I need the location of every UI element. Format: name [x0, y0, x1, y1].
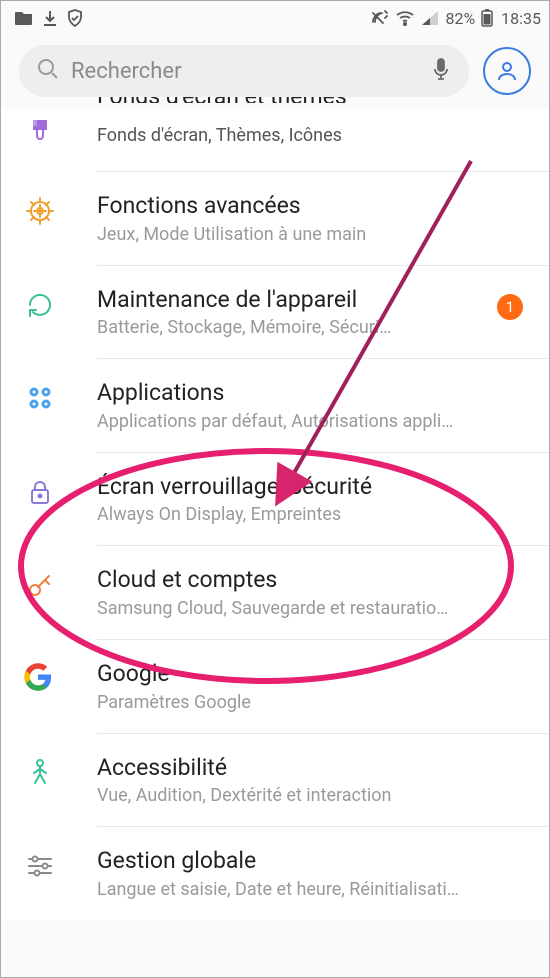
settings-item-advanced[interactable]: Fonctions avancées Jeux, Mode Utilisation…: [1, 172, 549, 265]
folder-icon: [15, 10, 33, 26]
brush-icon: [23, 115, 97, 151]
mic-icon[interactable]: [431, 57, 451, 85]
settings-item-a11y[interactable]: Accessibilité Vue, Audition, Dextérité et…: [1, 734, 549, 827]
settings-item-wallpaper[interactable]: Fonds d'écran et thèmesFonds d'écran, Th…: [1, 109, 549, 171]
gear-icon: [23, 192, 97, 228]
person-icon: [23, 754, 97, 790]
key-icon: [23, 566, 97, 602]
notification-badge: 1: [497, 294, 523, 320]
settings-item-title: Google: [97, 660, 527, 688]
settings-item-apps[interactable]: Applications Applications par défaut, Aut…: [1, 359, 549, 452]
settings-item-general[interactable]: Gestion globale Langue et saisie, Date et…: [1, 827, 549, 920]
shield-icon: [67, 9, 83, 27]
battery-icon: [481, 9, 493, 27]
settings-item-title: Écran verrouillage/Sécurité: [97, 473, 527, 501]
settings-item-subtitle: Paramètres Google: [97, 692, 527, 713]
settings-item-subtitle: Batterie, Stockage, Mémoire, Sécuri…: [97, 317, 527, 338]
status-bar: 82% 18:35: [1, 1, 549, 35]
settings-item-google[interactable]: Google Paramètres Google: [1, 640, 549, 733]
settings-item-subtitle: Jeux, Mode Utilisation à une main: [97, 224, 527, 245]
search-input[interactable]: Rechercher: [19, 45, 469, 97]
clock-text: 18:35: [501, 9, 541, 28]
settings-list: Fonds d'écran et thèmesFonds d'écran, Th…: [1, 109, 549, 920]
download-icon: [43, 10, 57, 26]
settings-item-title: Cloud et comptes: [97, 566, 527, 594]
settings-item-subtitle: Langue et saisie, Date et heure, Réiniti…: [97, 879, 527, 900]
google-icon: [23, 660, 97, 692]
sliders-icon: [23, 847, 97, 883]
lock-icon: [23, 473, 97, 509]
settings-item-title: Fonctions avancées: [97, 192, 527, 220]
settings-item-title: Accessibilité: [97, 754, 527, 782]
signal-icon: [421, 10, 439, 26]
refresh-icon: [23, 286, 97, 322]
settings-item-cloud[interactable]: Cloud et comptes Samsung Cloud, Sauvegard…: [1, 546, 549, 639]
settings-item-subtitle: Samsung Cloud, Sauvegarde et restauratio…: [97, 598, 527, 619]
wifi-icon: [395, 10, 415, 26]
search-icon: [37, 58, 59, 84]
settings-item-subtitle: Always On Display, Empreintes: [97, 504, 527, 525]
settings-item-subtitle: Vue, Audition, Dextérité et interaction: [97, 785, 527, 806]
settings-item-subtitle: Fonds d'écran, Thèmes, Icônes: [97, 125, 527, 146]
settings-item-title: Gestion globale: [97, 847, 527, 875]
settings-item-subtitle: Applications par défaut, Autorisations a…: [97, 411, 527, 432]
settings-item-maintenance[interactable]: Maintenance de l'appareil Batterie, Stock…: [1, 266, 549, 359]
search-placeholder: Rechercher: [71, 59, 419, 84]
settings-item-lockscreen[interactable]: Écran verrouillage/Sécurité Always On Dis…: [1, 453, 549, 546]
settings-item-title: Applications: [97, 379, 527, 407]
battery-percent: 82%: [445, 9, 475, 28]
settings-item-title: Maintenance de l'appareil: [97, 286, 527, 314]
account-button[interactable]: [483, 47, 531, 95]
grid-icon: [23, 379, 97, 415]
vibrate-icon: [369, 9, 389, 27]
